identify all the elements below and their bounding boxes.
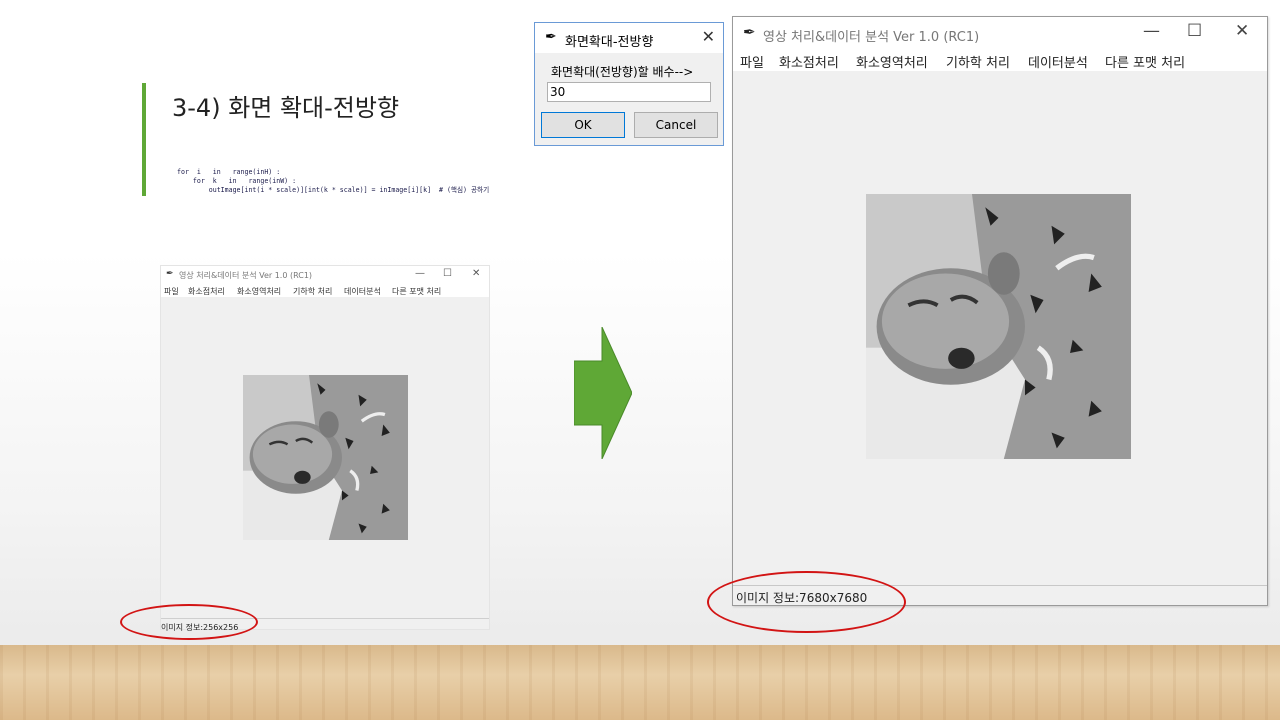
titlebar: ✒ 영상 처리&데이터 분석 Ver 1.0 (RC1) — ☐ ✕	[161, 266, 489, 284]
titlebar: ✒ 영상 처리&데이터 분석 Ver 1.0 (RC1) — ☐ ✕	[733, 17, 1267, 49]
zoom-dialog: ✒ 화면확대-전방향 ✕ 화면확대(전방향)할 배수--> OK Cancel	[534, 22, 724, 146]
dialog-prompt: 화면확대(전방향)할 배수-->	[551, 65, 694, 79]
slide-title: 3-4) 화면 확대-전방향	[172, 94, 400, 122]
dialog-title: 화면확대-전방향	[565, 35, 654, 50]
right-arrow-icon	[574, 327, 632, 459]
maximize-icon[interactable]: ☐	[443, 268, 452, 279]
code-line: for k in range(inW) :	[177, 177, 297, 185]
feather-app-icon: ✒	[166, 269, 174, 279]
menu-point-process[interactable]: 화소점처리	[188, 286, 225, 297]
ok-button[interactable]: OK	[541, 112, 625, 138]
menu-file[interactable]: 파일	[740, 52, 764, 71]
menu-other-format[interactable]: 다른 포맷 처리	[1105, 52, 1185, 71]
scale-input[interactable]	[547, 82, 711, 102]
close-icon[interactable]: ✕	[702, 27, 715, 46]
code-line: outImage[int(i * scale)][int(k * scale)]…	[177, 186, 490, 194]
app-window-before: ✒ 영상 처리&데이터 분석 Ver 1.0 (RC1) — ☐ ✕ 파일 화소…	[160, 265, 490, 632]
title-accent-bar	[142, 83, 146, 196]
minimize-icon[interactable]: —	[415, 268, 425, 279]
menu-data-analysis[interactable]: 데이터분석	[344, 286, 381, 297]
close-icon[interactable]: ✕	[1235, 21, 1249, 41]
feather-app-icon: ✒	[545, 29, 557, 45]
window-title: 영상 처리&데이터 분석 Ver 1.0 (RC1)	[179, 271, 313, 280]
window-title: 영상 처리&데이터 분석 Ver 1.0 (RC1)	[763, 30, 980, 45]
feather-app-icon: ✒	[743, 23, 756, 41]
menu-area-process[interactable]: 화소영역처리	[237, 286, 281, 297]
maximize-icon[interactable]: ☐	[1187, 21, 1202, 41]
code-line: for i in range(inH) :	[177, 168, 281, 176]
app-window-after: ✒ 영상 처리&데이터 분석 Ver 1.0 (RC1) — ☐ ✕ 파일 화소…	[732, 16, 1268, 606]
image-preview-small	[243, 375, 408, 540]
image-preview-large	[866, 194, 1131, 459]
code-snippet: for i in range(inH) : for k in range(inW…	[177, 168, 489, 195]
menubar: 파일 화소점처리 화소영역처리 기하학 처리 데이터분석 다른 포맷 처리	[733, 49, 1267, 71]
menu-data-analysis[interactable]: 데이터분석	[1028, 52, 1088, 71]
menu-geometry[interactable]: 기하학 처리	[293, 286, 332, 297]
highlight-ellipse-large	[707, 571, 906, 633]
menu-point-process[interactable]: 화소점처리	[779, 52, 839, 71]
menu-area-process[interactable]: 화소영역처리	[856, 52, 928, 71]
cancel-button[interactable]: Cancel	[634, 112, 718, 138]
wood-floor-background	[0, 645, 1280, 720]
close-icon[interactable]: ✕	[472, 268, 480, 279]
minimize-icon[interactable]: —	[1143, 21, 1160, 41]
highlight-ellipse-small	[120, 604, 258, 640]
menubar: 파일 화소점처리 화소영역처리 기하학 처리 데이터분석 다른 포맷 처리	[161, 284, 489, 297]
menu-file[interactable]: 파일	[164, 286, 179, 297]
dialog-titlebar: ✒ 화면확대-전방향 ✕	[535, 23, 723, 53]
menu-geometry[interactable]: 기하학 처리	[946, 52, 1010, 71]
menu-other-format[interactable]: 다른 포맷 처리	[392, 286, 441, 297]
